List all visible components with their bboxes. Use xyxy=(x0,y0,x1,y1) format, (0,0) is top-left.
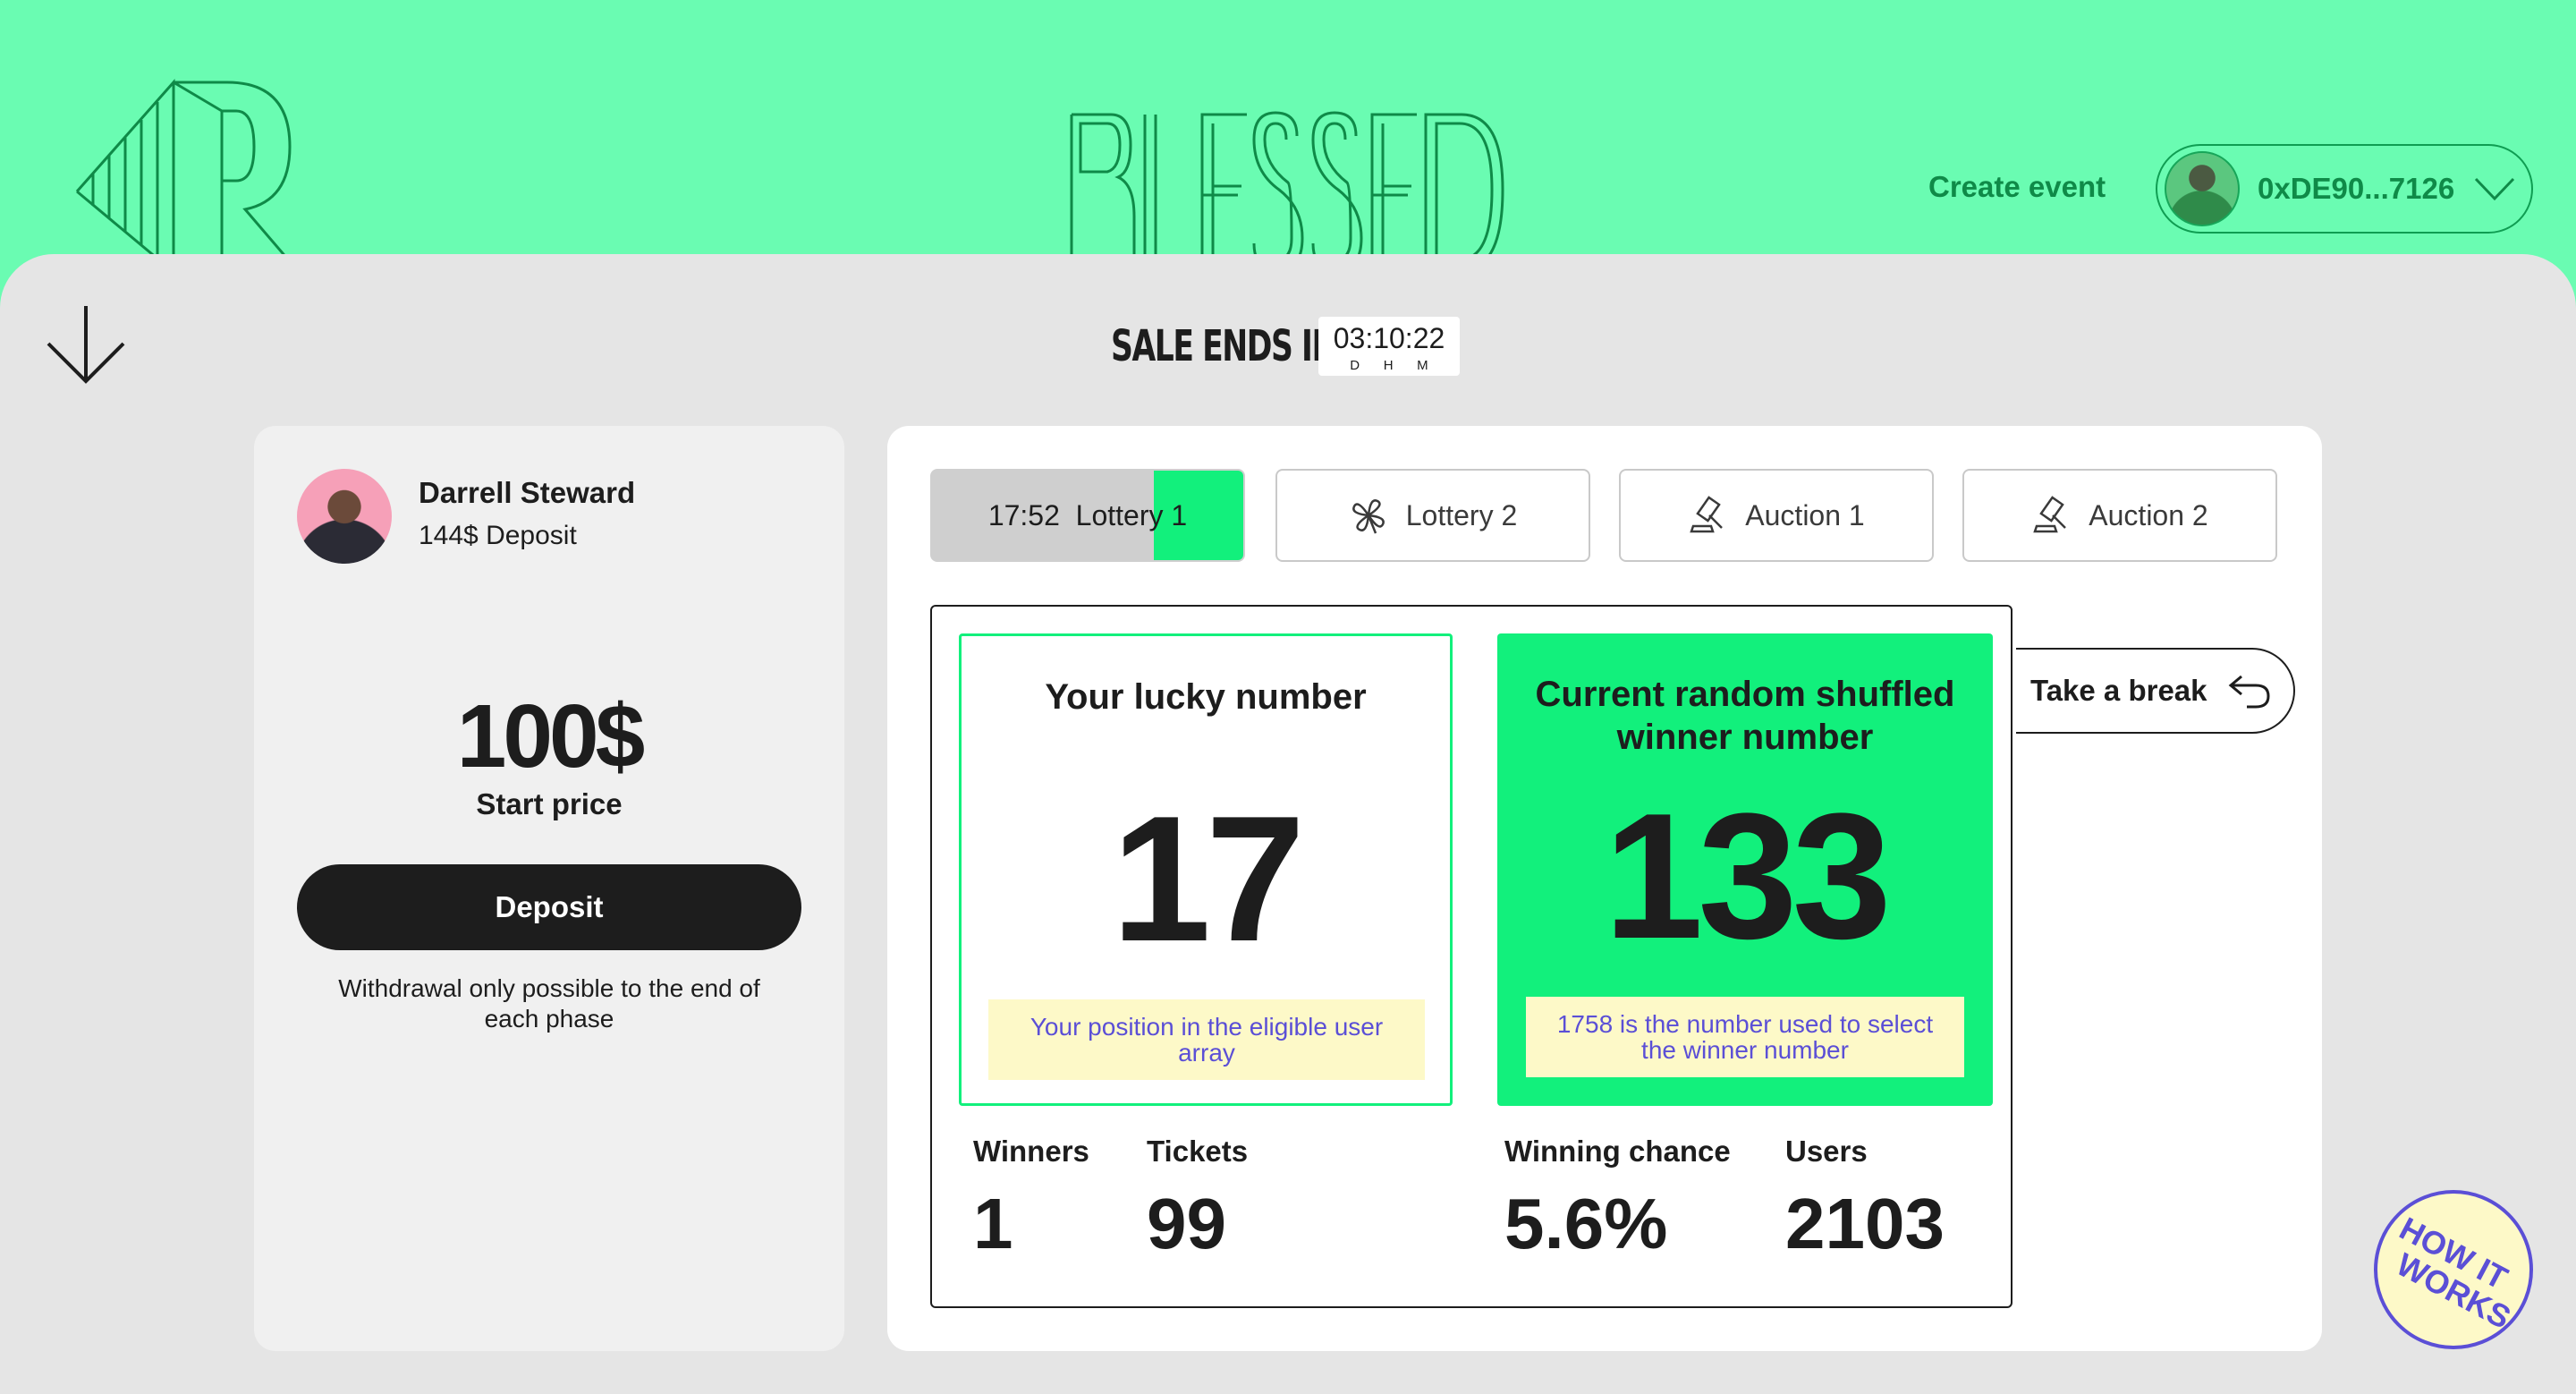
clover-icon xyxy=(1352,499,1385,534)
stat-winning-chance-label: Winning chance xyxy=(1504,1135,1731,1168)
user-deposit: 144$ Deposit xyxy=(419,521,577,550)
lucky-number-box: Your lucky number 17 Your position in th… xyxy=(959,633,1453,1106)
tab-label: Auction 1 xyxy=(1745,498,1865,531)
gavel-icon xyxy=(1690,496,1724,533)
lucky-number-title: Your lucky number xyxy=(1045,677,1367,717)
wallet-address: 0xDE90...7126 xyxy=(2258,172,2455,205)
start-price-label: Start price xyxy=(476,787,623,820)
user-name: Darrell Steward xyxy=(419,476,636,509)
sale-ends-label: SALE ENDS IN xyxy=(1111,321,1337,371)
stat-winning-chance-value: 5.6% xyxy=(1504,1184,1668,1263)
stat-tickets-label: Tickets xyxy=(1147,1135,1249,1168)
gavel-icon xyxy=(2033,496,2067,533)
winner-number-box: Current random shuffled winner number 13… xyxy=(1497,633,1993,1106)
wallet-avatar xyxy=(2165,151,2240,226)
deposit-button[interactable]: Deposit xyxy=(297,864,801,950)
brand-wordmark xyxy=(1070,111,1504,261)
logo-icon xyxy=(75,79,292,254)
lucky-number-note: Your position in the eligible user array xyxy=(988,999,1425,1080)
stat-users-value: 2103 xyxy=(1785,1184,1945,1263)
create-event-link[interactable]: Create event xyxy=(1928,170,2106,204)
brand-logo[interactable] xyxy=(1068,109,1506,261)
stat-winners-value: 1 xyxy=(973,1184,1013,1263)
countdown-unit-minutes: M xyxy=(1417,358,1428,373)
take-a-break-label: Take a break xyxy=(2030,674,2207,707)
winner-number-title: Current random shuffled winner number xyxy=(1535,675,1955,757)
lucky-number-value: 17 xyxy=(1111,779,1305,979)
arrow-down-icon[interactable] xyxy=(45,302,127,385)
tab-lottery-2[interactable]: Lottery 2 xyxy=(1275,469,1590,562)
avatar xyxy=(297,469,392,564)
countdown-value: 03:10:22 xyxy=(1333,322,1445,354)
countdown-unit-days: D xyxy=(1350,358,1360,373)
take-a-break-button[interactable]: Take a break xyxy=(2016,648,2295,734)
tab-label: Lottery 2 xyxy=(1405,498,1518,531)
tab-auction-1[interactable]: Auction 1 xyxy=(1619,469,1934,562)
countdown-timer: 03:10:22 D H M xyxy=(1318,317,1460,376)
how-it-works-badge[interactable]: HOW IT WORKS xyxy=(2374,1190,2533,1349)
countdown-unit-hours: H xyxy=(1383,358,1394,373)
start-price-value: 100$ xyxy=(456,686,645,786)
undo-arrow-icon xyxy=(2228,675,2270,709)
countdown-units: D H M xyxy=(1318,358,1460,373)
tab-lottery-1[interactable]: 17:52 Lottery 1 xyxy=(930,469,1245,562)
user-card: Darrell Steward 144$ Deposit 100$ Start … xyxy=(254,426,844,1351)
withdraw-note: Withdrawal only possible to the end of e… xyxy=(338,974,760,1033)
tab-timer: 17:52 xyxy=(987,498,1060,531)
winner-number-value: 133 xyxy=(1604,777,1892,976)
stat-tickets-value: 99 xyxy=(1147,1184,1226,1263)
tab-label: Lottery 1 xyxy=(1075,498,1188,531)
stat-users-label: Users xyxy=(1785,1135,1868,1168)
lottery-panel: Your lucky number 17 Your position in th… xyxy=(930,605,2012,1308)
chevron-down-icon xyxy=(2475,177,2515,201)
event-card: 17:52 Lottery 1 Lottery 2 Auction 1 Auct… xyxy=(887,426,2322,1351)
tab-label: Auction 2 xyxy=(2089,498,2208,531)
stat-winners-label: Winners xyxy=(973,1135,1089,1168)
logo-mark[interactable] xyxy=(75,75,302,254)
sale-countdown: SALE ENDS IN 03:10:22 D H M xyxy=(1111,317,1460,376)
wallet-button[interactable]: 0xDE90...7126 xyxy=(2156,144,2533,234)
tab-auction-2[interactable]: Auction 2 xyxy=(1962,469,2277,562)
winner-number-note: 1758 is the number used to select the wi… xyxy=(1526,997,1964,1077)
